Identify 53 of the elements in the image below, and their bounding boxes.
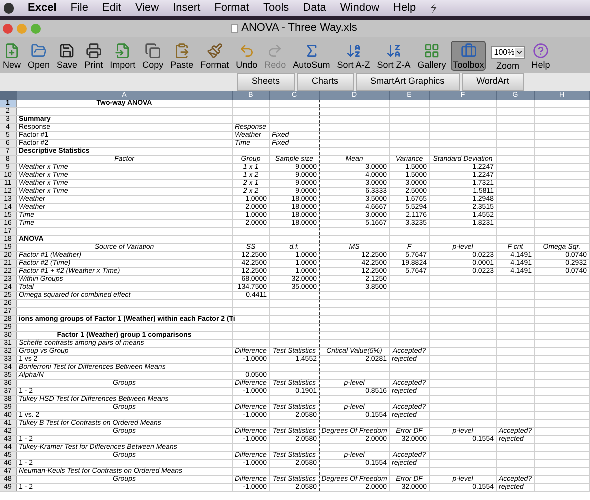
toolbar-button[interactable]: Sort Z-A: [375, 41, 413, 71]
paste-icon: [174, 43, 190, 59]
menu-item[interactable]: Help: [394, 0, 416, 16]
menu-item[interactable]: File: [70, 0, 88, 16]
menu-item[interactable]: Data: [303, 0, 326, 16]
save-icon: [59, 43, 76, 59]
close-icon[interactable]: [3, 24, 13, 34]
caret-icon: [514, 48, 524, 57]
minimize-icon[interactable]: [17, 24, 27, 34]
sort-descending-icon: [386, 43, 402, 59]
printer-icon: [86, 43, 102, 59]
toolbar-button[interactable]: Open: [26, 41, 52, 71]
menu-item[interactable]: Tools: [263, 0, 290, 16]
paintbrush-icon: [206, 43, 223, 59]
toolbar-button[interactable]: Help: [530, 41, 552, 71]
toolbar-button[interactable]: Print: [82, 41, 106, 71]
gallery-icon: [424, 43, 440, 59]
help-icon: [533, 43, 549, 59]
ribbon-tab[interactable]: SmartArt Graphics: [356, 73, 460, 91]
new-file-icon: [4, 43, 20, 59]
toolbar-label: Zoom: [496, 61, 520, 71]
toolbar-button[interactable]: Paste: [168, 41, 196, 71]
ribbon-tab[interactable]: Sheets: [237, 73, 296, 91]
toolbar-button[interactable]: Import: [108, 41, 138, 71]
menu-item[interactable]: Insert: [173, 0, 201, 16]
document-icon: [230, 24, 238, 33]
toolbar-button[interactable]: AutoSum: [291, 41, 332, 71]
window-title: ANOVA - Three Way.xls: [242, 21, 358, 36]
folder-icon: [31, 43, 48, 59]
ribbon-tab[interactable]: WordArt: [462, 73, 524, 91]
zoom-window-icon[interactable]: [31, 24, 41, 34]
sort-ascending-icon: [346, 43, 362, 59]
menu-item[interactable]: Edit: [102, 0, 122, 16]
script-icon[interactable]: [430, 2, 438, 14]
import-icon: [114, 43, 131, 59]
menu-item[interactable]: Format: [214, 0, 250, 16]
ribbon-tab[interactable]: Charts: [297, 73, 354, 91]
toolbar-button[interactable]: Copy: [140, 41, 166, 71]
menu-item[interactable]: View: [135, 0, 160, 16]
toolbox-icon: [460, 43, 477, 59]
toolbar-button[interactable]: New: [1, 41, 24, 71]
copy-icon: [145, 43, 162, 59]
redo-icon: [267, 43, 284, 59]
toolbar-button[interactable]: Save: [55, 41, 80, 71]
toolbar-button[interactable]: Format: [198, 41, 232, 71]
app-menu[interactable]: Excel: [28, 0, 57, 16]
toolbar-button[interactable]: Toolbox: [451, 41, 486, 71]
undo-icon: [238, 43, 255, 59]
zoom-field[interactable]: 100%: [491, 46, 525, 59]
menu-item[interactable]: Window: [340, 0, 380, 16]
toolbar-button[interactable]: Sort A-Z: [335, 41, 372, 71]
toolbar-button[interactable]: Gallery: [416, 41, 448, 71]
toolbar-button[interactable]: Undo: [234, 41, 260, 71]
